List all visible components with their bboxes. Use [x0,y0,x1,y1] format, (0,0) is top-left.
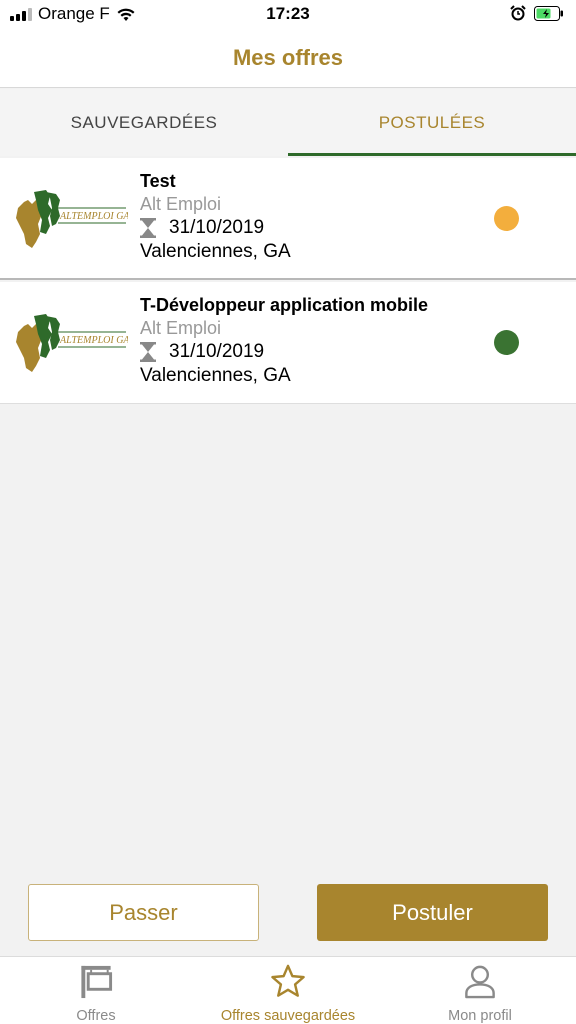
alarm-icon [510,5,526,21]
tab-applied[interactable]: POSTULÉES [288,89,576,156]
offer-title: Test [140,171,176,191]
company-logo: ALTEMPLOI GABON [16,190,128,248]
offer-location: Valenciennes, GA [140,241,291,262]
logo-text: ALTEMPLOI GABON [59,335,128,346]
nav-bar: Mes offres [0,28,576,88]
signboard-icon [81,965,113,999]
offer-company: Alt Emploi [140,194,222,214]
offer-location: Valenciennes, GA [140,365,291,386]
star-icon [271,964,305,997]
logo-text: ALTEMPLOI GABON [59,211,128,222]
status-indicator-pending [494,206,519,231]
tab-saved[interactable]: SAUVEGARDÉES [0,89,288,156]
hourglass-icon [140,218,156,238]
offer-info: Test Alt Emploi 31/10/2019 Valenciennes,… [140,170,496,264]
offer-list-item[interactable]: ALTEMPLOI GABON Test Alt Emploi 31/10/20… [0,158,576,280]
status-time: 17:23 [266,4,310,23]
page-title: Mes offres [232,45,344,70]
status-right [510,5,564,21]
user-icon [465,965,495,999]
offer-company: Alt Emploi [140,318,222,338]
offer-date-row: 31/10/2019 [140,216,496,240]
hourglass-icon [140,342,156,362]
offer-info: T-Développeur application mobile Alt Emp… [140,294,496,388]
tab-profile-label: Mon profil [448,1008,512,1024]
company-logo: ALTEMPLOI GABON [16,314,128,372]
apply-button[interactable]: Postuler [317,884,548,941]
offer-date: 31/10/2019 [169,341,265,362]
tab-offers-label: Offres [76,1008,116,1024]
tab-profile[interactable]: Mon profil [384,957,576,1024]
pass-button[interactable]: Passer [28,884,259,941]
offer-list-item[interactable]: ALTEMPLOI GABON T-Développeur applicatio… [0,282,576,404]
offer-tabs: SAUVEGARDÉES POSTULÉES [0,89,576,156]
status-bar: Orange F 17:23 [0,0,576,28]
offer-title: T-Développeur application mobile [140,295,429,315]
offer-date: 31/10/2019 [169,217,265,238]
offer-date-row: 31/10/2019 [140,340,496,364]
bottom-tab-bar: Offres Offres sauvegardées Mon profil [0,956,576,1024]
tab-saved-offers-label: Offres sauvegardées [220,1008,356,1024]
tab-offers[interactable]: Offres [0,957,192,1024]
battery-icon [534,5,563,21]
tab-saved-offers[interactable]: Offres sauvegardées [192,957,384,1024]
status-indicator-accepted [494,330,519,355]
